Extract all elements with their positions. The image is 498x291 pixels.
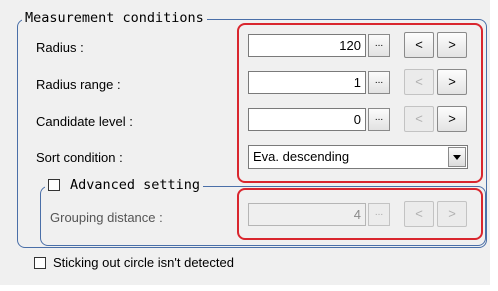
grouping-distance-label: Grouping distance :: [50, 210, 163, 225]
radius-range-label: Radius range :: [36, 77, 121, 92]
highlight-box-measurement: [237, 23, 483, 183]
measurement-panel: Measurement conditions Radius : 120 ... …: [0, 0, 490, 285]
sticking-out-label: Sticking out circle isn't detected: [53, 255, 234, 270]
advanced-setting-checkbox[interactable]: [48, 179, 60, 191]
advanced-setting-title: Advanced setting: [70, 177, 201, 193]
advanced-setting-header: Advanced setting: [45, 177, 204, 193]
measurement-conditions-title: Measurement conditions: [22, 10, 207, 26]
sticking-out-checkbox[interactable]: [34, 256, 46, 269]
candidate-level-label: Candidate level :: [36, 114, 133, 129]
sticking-out-option[interactable]: Sticking out circle isn't detected: [34, 255, 234, 270]
highlight-box-advanced: [237, 188, 483, 240]
radius-label: Radius :: [36, 40, 84, 55]
sort-condition-label: Sort condition :: [36, 150, 123, 165]
